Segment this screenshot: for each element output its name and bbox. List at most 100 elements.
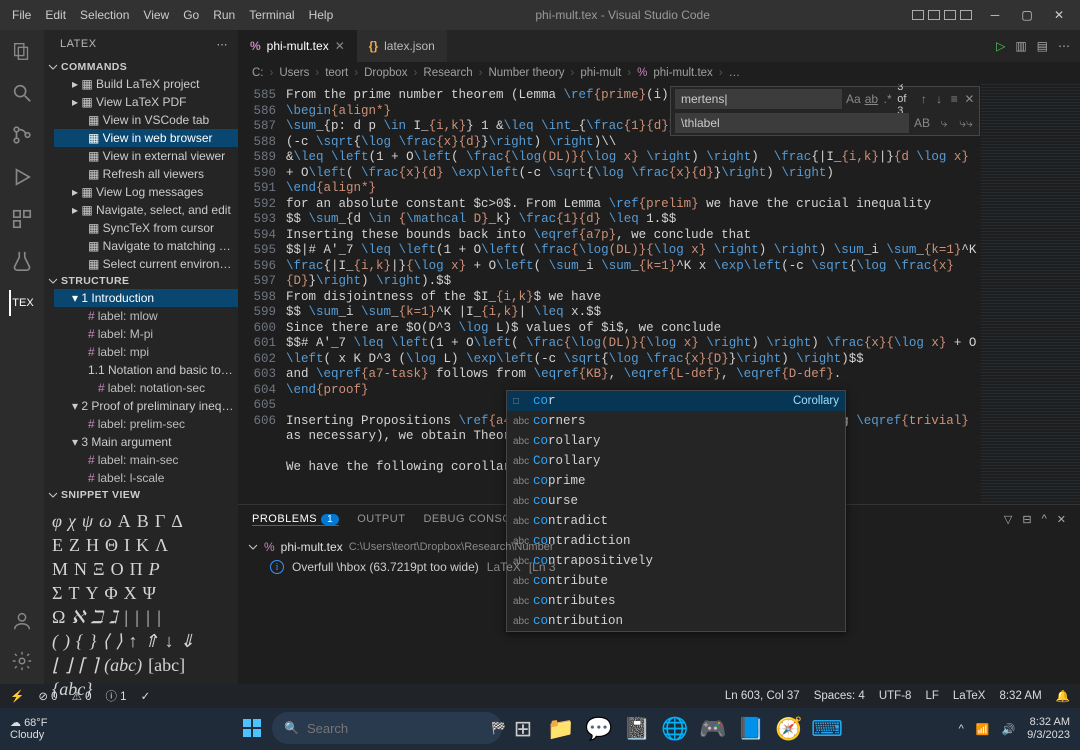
minimize-button[interactable]: ─ <box>980 1 1010 29</box>
structure-item[interactable]: #label: notation-sec <box>54 379 238 397</box>
word-taskbar-icon[interactable]: 📘 <box>734 712 768 746</box>
sidebar-command[interactable]: ▦ Refresh all viewers <box>54 165 238 183</box>
edge-taskbar-icon[interactable]: 🧭 <box>772 712 806 746</box>
sidebar-command[interactable]: ▸ ▦ Build LaTeX project <box>54 75 238 93</box>
errors-count[interactable]: ⊘ 0 <box>38 689 57 703</box>
warnings-count[interactable]: ⚠ 0 <box>72 689 92 703</box>
tab-phi-mult[interactable]: % phi-mult.tex ✕ <box>238 30 357 62</box>
menu-file[interactable]: File <box>12 8 31 22</box>
layout-toggle-icon[interactable] <box>928 10 940 20</box>
source-control-icon[interactable] <box>9 122 35 148</box>
selection-icon[interactable]: ≡ <box>949 92 960 106</box>
sidebar-command[interactable]: ▦ Select current environment conte… <box>54 255 238 273</box>
tab-latex-json[interactable]: {} latex.json <box>357 30 447 62</box>
structure-item[interactable]: ▾ 3 Main argument <box>54 433 238 451</box>
split-editor-icon[interactable]: ▥ <box>1015 39 1026 53</box>
suggest-item[interactable]: □corCorollary <box>507 391 845 411</box>
sidebar-command[interactable]: ▸ ▦ View Log messages <box>54 183 238 201</box>
structure-item[interactable]: 1.1 Notation and basic tools <box>54 361 238 379</box>
prev-match-icon[interactable]: ↑ <box>918 92 929 106</box>
close-button[interactable]: ✕ <box>1044 1 1074 29</box>
indentation[interactable]: Spaces: 4 <box>814 690 865 702</box>
wifi-icon[interactable]: 📶 <box>976 723 990 736</box>
preserve-case-icon[interactable]: AB <box>913 116 931 130</box>
layout-toggle-icon[interactable] <box>944 10 956 20</box>
structure-item[interactable]: #label: main-sec <box>54 451 238 469</box>
snippet-view[interactable]: φχψωABΓΔ EZHΘIKΛ MNΞOΠP ΣTΥΦXΨ Ωℵℶℷ|||| … <box>44 503 238 709</box>
sidebar-command[interactable]: ▦ View in external viewer <box>54 147 238 165</box>
replace-one-icon[interactable]: ⤷ <box>935 116 953 131</box>
snippet-section-header[interactable]: SNIPPET VIEW <box>44 487 238 503</box>
structure-item[interactable]: #label: prelim-sec <box>54 415 238 433</box>
explorer-icon[interactable] <box>9 38 35 64</box>
accounts-icon[interactable] <box>9 608 35 634</box>
structure-item[interactable]: #label: M-pi <box>54 325 238 343</box>
tray-expand-icon[interactable]: ^ <box>959 723 964 735</box>
panel-tab-output[interactable]: OUTPUT <box>357 513 405 525</box>
cursor-position[interactable]: Ln 603, Col 37 <box>725 690 800 702</box>
find-input[interactable] <box>675 89 842 109</box>
sidebar-command[interactable]: ▸ ▦ View LaTeX PDF <box>54 93 238 111</box>
replace-input[interactable] <box>675 113 909 133</box>
search-icon[interactable] <box>9 80 35 106</box>
start-button[interactable] <box>236 712 268 744</box>
structure-item[interactable]: #label: mlow <box>54 307 238 325</box>
info-count[interactable]: ⓘ 1 <box>105 688 126 704</box>
breadcrumb[interactable]: C:› Users› teort› Dropbox› Research› Num… <box>238 62 1080 84</box>
maximize-panel-icon[interactable]: ^ <box>1042 513 1047 526</box>
taskbar-search-input[interactable] <box>307 721 483 736</box>
suggest-item[interactable]: abcCorollary <box>507 451 845 471</box>
menu-selection[interactable]: Selection <box>80 8 129 22</box>
next-match-icon[interactable]: ↓ <box>933 92 944 106</box>
replace-all-icon[interactable]: ⤷⤷ <box>957 116 975 131</box>
weather-widget[interactable]: ☁ 68°F Cloudy <box>10 717 47 741</box>
regex-toggle-icon[interactable]: .* <box>882 92 893 106</box>
collapse-icon[interactable]: ⊟ <box>1022 513 1031 526</box>
remote-indicator[interactable]: ⚡ <box>10 689 24 703</box>
problem-item[interactable]: i Overfull \hbox (63.7219pt too wide) La… <box>248 557 1070 577</box>
chrome-taskbar-icon[interactable]: 🌐 <box>658 712 692 746</box>
close-panel-icon[interactable]: ✕ <box>1057 513 1066 526</box>
volume-icon[interactable]: 🔊 <box>1001 723 1015 736</box>
commands-section-header[interactable]: COMMANDS <box>44 59 238 75</box>
explorer-taskbar-icon[interactable]: 📁 <box>544 712 578 746</box>
sidebar-command[interactable]: ▦ SyncTeX from cursor <box>54 219 238 237</box>
minimap[interactable] <box>980 84 1080 504</box>
onenote-taskbar-icon[interactable]: 📓 <box>620 712 654 746</box>
menu-edit[interactable]: Edit <box>45 8 66 22</box>
structure-item[interactable]: ▾ 2 Proof of preliminary inequality <box>54 397 238 415</box>
menu-go[interactable]: Go <box>183 8 199 22</box>
menu-help[interactable]: Help <box>309 8 334 22</box>
menu-run[interactable]: Run <box>213 8 235 22</box>
sidebar-more-icon[interactable]: ⋯ <box>217 38 229 51</box>
suggest-item[interactable]: abccoprime <box>507 471 845 491</box>
structure-item[interactable]: ▾ 1 Introduction <box>54 289 238 307</box>
discord-taskbar-icon[interactable]: 🎮 <box>696 712 730 746</box>
latex-icon[interactable]: TEX <box>9 290 35 316</box>
sidebar-command[interactable]: ▦ Navigate to matching begin/end <box>54 237 238 255</box>
language-mode[interactable]: LaTeX <box>953 690 986 702</box>
menu-view[interactable]: View <box>143 8 169 22</box>
layout-toggle-icon[interactable] <box>960 10 972 20</box>
panel-tab-problems[interactable]: PROBLEMS1 <box>252 513 339 526</box>
sidebar-command[interactable]: ▦ View in web browser <box>54 129 238 147</box>
notifications-icon[interactable]: 🔔 <box>1056 689 1070 703</box>
extensions-icon[interactable] <box>9 206 35 232</box>
encoding[interactable]: UTF-8 <box>879 690 912 702</box>
close-tab-icon[interactable]: ✕ <box>335 39 345 53</box>
suggest-item[interactable]: abccontradict <box>507 511 845 531</box>
whole-word-icon[interactable]: ab <box>865 92 878 106</box>
task-view-icon[interactable]: ⊞ <box>506 712 540 746</box>
run-icon[interactable]: ▷ <box>996 39 1005 53</box>
sidebar-command[interactable]: ▸ ▦ Navigate, select, and edit <box>54 201 238 219</box>
structure-item[interactable]: #label: mpi <box>54 343 238 361</box>
layout-toggle-icon[interactable] <box>912 10 924 20</box>
problems-file-row[interactable]: % phi-mult.tex C:\Users\teort\Dropbox\Re… <box>248 537 1070 557</box>
split-editor-icon[interactable]: ▤ <box>1037 39 1048 53</box>
vscode-taskbar-icon[interactable]: ⌨ <box>810 712 844 746</box>
eol[interactable]: LF <box>925 690 938 702</box>
testing-icon[interactable] <box>9 248 35 274</box>
menu-terminal[interactable]: Terminal <box>249 8 294 22</box>
filter-icon[interactable]: ▽ <box>1004 513 1012 526</box>
maximize-button[interactable]: ▢ <box>1012 1 1042 29</box>
